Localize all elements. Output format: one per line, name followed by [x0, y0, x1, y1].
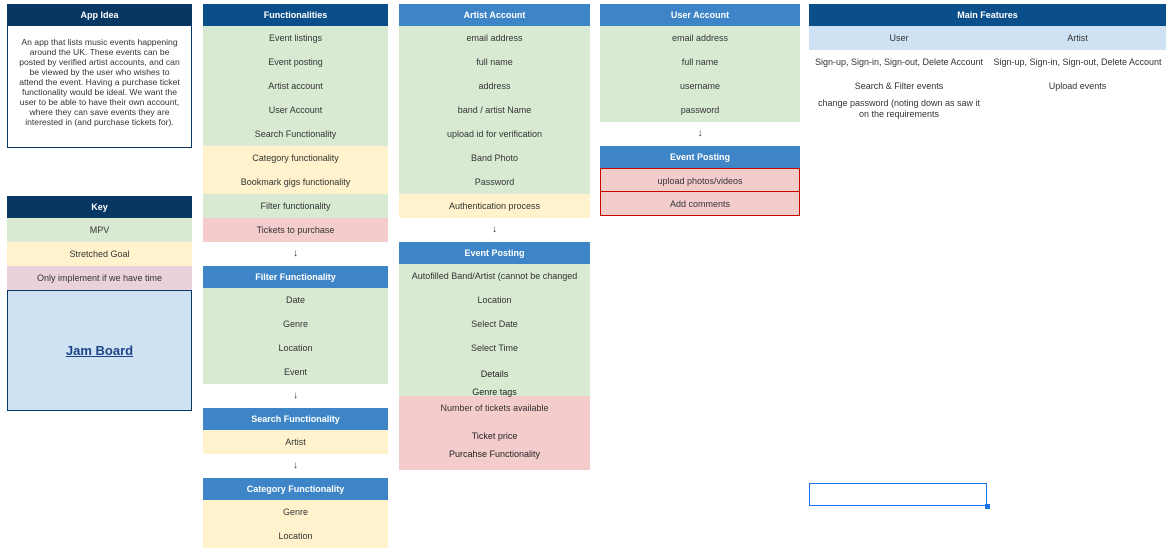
functionalities-header[interactable]: Functionalities: [203, 4, 388, 26]
fill-handle[interactable]: [985, 504, 990, 509]
key-mvp[interactable]: MPV: [7, 218, 192, 242]
features-user-change-password[interactable]: change password (noting down as saw it o…: [809, 98, 989, 124]
artist-email[interactable]: email address: [399, 26, 590, 50]
func-search[interactable]: Search Functionality: [203, 122, 388, 146]
user-full-name[interactable]: full name: [600, 50, 800, 74]
main-features-column: Main Features User Artist Sign-up, Sign-…: [809, 4, 1166, 124]
app-idea-header[interactable]: App Idea: [7, 4, 192, 26]
user-password[interactable]: password: [600, 98, 800, 122]
posting-details-group: Details Genre tags: [399, 360, 590, 397]
posting-autofilled-band[interactable]: Autofilled Band/Artist (cannot be change…: [399, 264, 590, 288]
features-artist-header[interactable]: Artist: [989, 26, 1166, 50]
main-features-row-2: Search & Filter events Upload events: [809, 74, 1166, 98]
func-filter[interactable]: Filter functionality: [203, 194, 388, 218]
artist-upload-id[interactable]: upload id for verification: [399, 122, 590, 146]
func-event-posting[interactable]: Event posting: [203, 50, 388, 74]
artist-event-posting-header[interactable]: Event Posting: [399, 242, 590, 264]
user-upload-photos[interactable]: upload photos/videos: [600, 168, 800, 192]
search-header[interactable]: Search Functionality: [203, 408, 388, 430]
user-account-column: User Account email address full name use…: [600, 4, 800, 216]
key-header[interactable]: Key: [7, 196, 192, 218]
down-arrow-icon: ↓: [293, 460, 298, 471]
func-user-account[interactable]: User Account: [203, 98, 388, 122]
main-features-subheaders: User Artist: [809, 26, 1166, 50]
down-arrow-icon: ↓: [293, 390, 298, 401]
posting-location[interactable]: Location: [399, 288, 590, 312]
posting-ticket-price[interactable]: Ticket price: [399, 420, 590, 449]
category-location[interactable]: Location: [203, 524, 388, 548]
artist-band-photo[interactable]: Band Photo: [399, 146, 590, 170]
functionalities-column: Functionalities Event listings Event pos…: [203, 4, 388, 548]
func-artist-account[interactable]: Artist account: [203, 74, 388, 98]
filter-genre[interactable]: Genre: [203, 312, 388, 336]
features-artist-signup[interactable]: Sign-up, Sign-in, Sign-out, Delete Accou…: [989, 50, 1166, 74]
features-user-signup[interactable]: Sign-up, Sign-in, Sign-out, Delete Accou…: [809, 50, 989, 74]
artist-password[interactable]: Password: [399, 170, 590, 194]
main-features-row-1: Sign-up, Sign-in, Sign-out, Delete Accou…: [809, 50, 1166, 74]
category-header[interactable]: Category Functionality: [203, 478, 388, 500]
user-account-header[interactable]: User Account: [600, 4, 800, 26]
user-event-posting-header[interactable]: Event Posting: [600, 146, 800, 168]
key-column: Key MPV Stretched Goal Only implement if…: [7, 196, 192, 411]
func-category[interactable]: Category functionality: [203, 146, 388, 170]
func-tickets[interactable]: Tickets to purchase: [203, 218, 388, 242]
down-arrow-icon: ↓: [293, 248, 298, 259]
artist-account-header[interactable]: Artist Account: [399, 4, 590, 26]
main-features-row-3: change password (noting down as saw it o…: [809, 98, 1166, 124]
filter-date[interactable]: Date: [203, 288, 388, 312]
app-idea-column: App Idea An app that lists music events …: [7, 4, 192, 148]
features-empty-cell: [989, 98, 1166, 124]
app-idea-text[interactable]: An app that lists music events happening…: [7, 26, 192, 148]
posting-number-tickets[interactable]: Number of tickets available: [399, 396, 590, 420]
search-artist[interactable]: Artist: [203, 430, 388, 454]
posting-details[interactable]: Details: [399, 360, 590, 387]
filter-location[interactable]: Location: [203, 336, 388, 360]
main-features-header[interactable]: Main Features: [809, 4, 1166, 26]
selected-cell[interactable]: [809, 483, 987, 506]
artist-account-column: Artist Account email address full name a…: [399, 4, 590, 470]
down-arrow-icon: ↓: [492, 224, 497, 235]
jam-board-link[interactable]: Jam Board: [66, 343, 133, 358]
artist-address[interactable]: address: [399, 74, 590, 98]
jam-board-panel: Jam Board: [7, 291, 192, 411]
category-genre[interactable]: Genre: [203, 500, 388, 524]
artist-full-name[interactable]: full name: [399, 50, 590, 74]
key-if-time[interactable]: Only implement if we have time: [7, 266, 192, 291]
user-username[interactable]: username: [600, 74, 800, 98]
func-bookmark[interactable]: Bookmark gigs functionality: [203, 170, 388, 194]
features-user-search[interactable]: Search & Filter events: [809, 74, 989, 98]
posting-purchase-functionality[interactable]: Purcahse Functionality: [399, 449, 590, 459]
artist-band-name[interactable]: band / artist Name: [399, 98, 590, 122]
artist-authentication[interactable]: Authentication process: [399, 194, 590, 218]
func-event-listings[interactable]: Event listings: [203, 26, 388, 50]
filter-header[interactable]: Filter Functionality: [203, 266, 388, 288]
posting-select-date[interactable]: Select Date: [399, 312, 590, 336]
filter-event[interactable]: Event: [203, 360, 388, 384]
down-arrow-icon: ↓: [697, 128, 703, 139]
user-email[interactable]: email address: [600, 26, 800, 50]
posting-select-time[interactable]: Select Time: [399, 336, 590, 360]
user-add-comments[interactable]: Add comments: [600, 192, 800, 216]
posting-ticket-group: Ticket price Purcahse Functionality: [399, 420, 590, 470]
features-user-header[interactable]: User: [809, 26, 989, 50]
key-stretched-goal[interactable]: Stretched Goal: [7, 242, 192, 266]
features-artist-upload[interactable]: Upload events: [989, 74, 1166, 98]
